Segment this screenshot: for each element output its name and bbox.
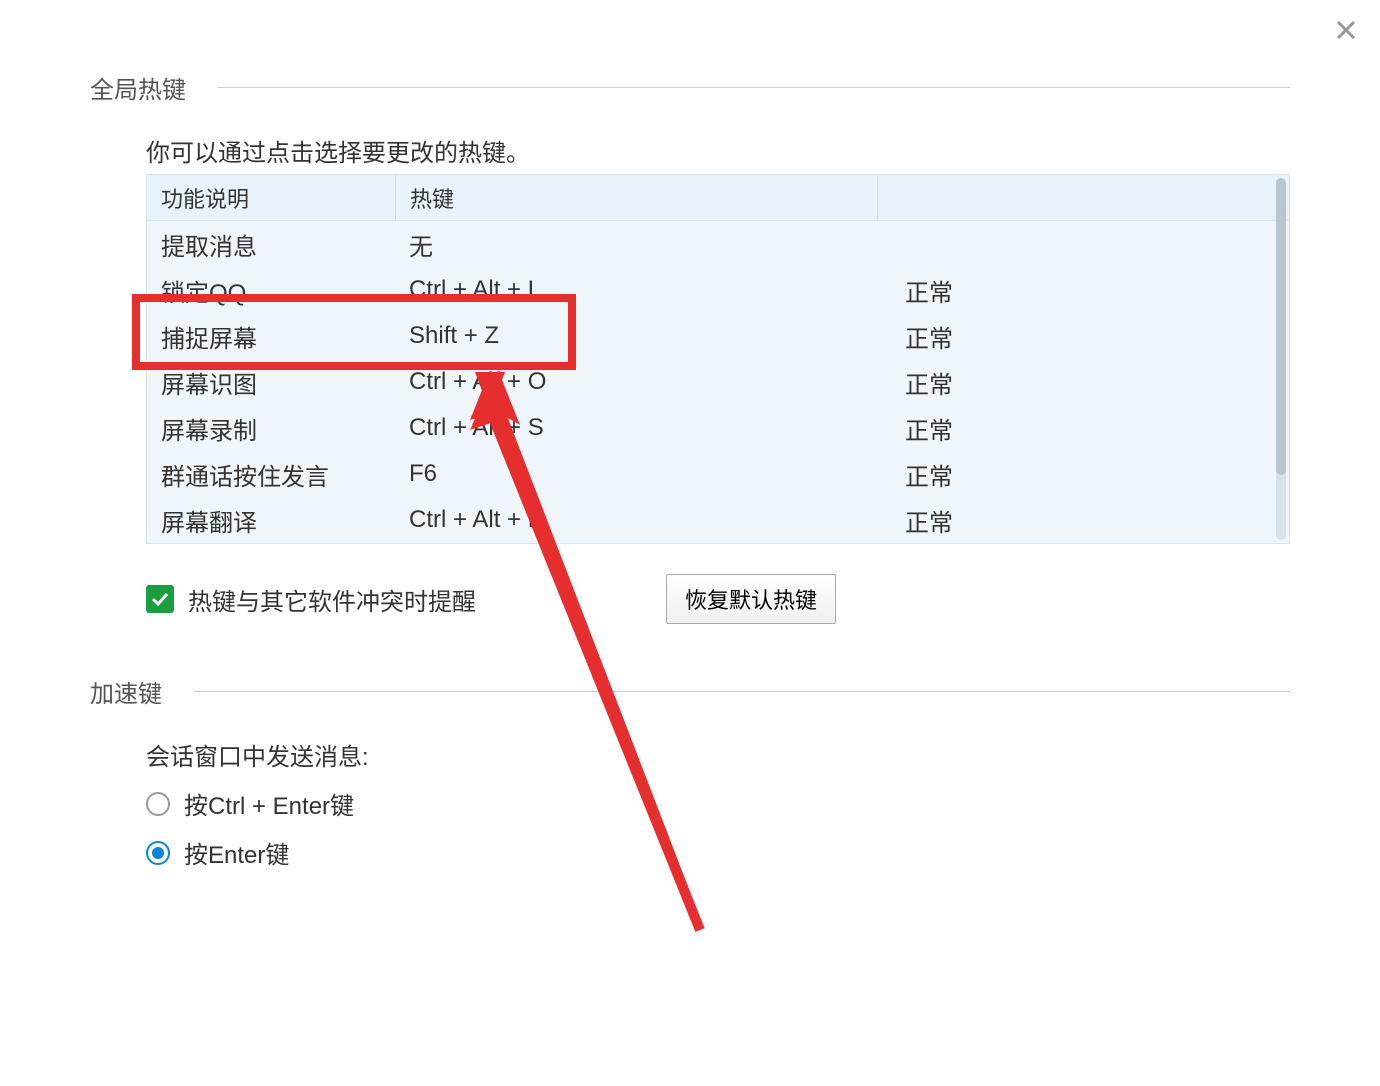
conflict-checkbox[interactable] xyxy=(146,585,174,613)
row-status: 正常 xyxy=(877,411,1289,446)
row-status: 正常 xyxy=(877,503,1289,538)
close-button[interactable] xyxy=(1334,18,1358,42)
row-hotkey: Ctrl + Alt + S xyxy=(395,414,877,442)
scrollbar[interactable] xyxy=(1276,178,1286,540)
hotkey-table-header: 功能说明 热键 xyxy=(147,175,1289,221)
row-status: 正常 xyxy=(877,319,1289,354)
conflict-checkbox-row[interactable]: 热键与其它软件冲突时提醒 xyxy=(146,582,476,617)
table-row[interactable]: 屏幕录制 Ctrl + Alt + S 正常 xyxy=(147,405,1289,451)
section-hotkeys-label: 全局热键 xyxy=(90,70,186,105)
row-hotkey: Ctrl + Alt + O xyxy=(395,368,877,396)
radio-button[interactable] xyxy=(146,792,170,816)
divider xyxy=(194,691,1290,692)
row-hotkey: 无 xyxy=(395,227,877,262)
header-status xyxy=(877,175,1289,220)
radio-button[interactable] xyxy=(146,841,170,865)
table-row[interactable]: 提取消息 无 xyxy=(147,221,1289,267)
radio-label: 按Enter键 xyxy=(184,835,289,870)
row-func: 屏幕翻译 xyxy=(147,503,395,538)
table-row[interactable]: 捕捉屏幕 Shift + Z 正常 xyxy=(147,313,1289,359)
hotkey-intro: 你可以通过点击选择要更改的热键。 xyxy=(146,133,1290,168)
table-row[interactable]: 锁定QQ Ctrl + Alt + L 正常 xyxy=(147,267,1289,313)
row-status: 正常 xyxy=(877,457,1289,492)
send-message-label: 会话窗口中发送消息: xyxy=(146,737,1290,772)
header-func: 功能说明 xyxy=(147,182,395,214)
row-status: 正常 xyxy=(877,273,1289,308)
row-func: 屏幕识图 xyxy=(147,365,395,400)
radio-enter[interactable]: 按Enter键 xyxy=(146,835,1290,870)
radio-ctrl-enter[interactable]: 按Ctrl + Enter键 xyxy=(146,786,1290,821)
scrollbar-thumb[interactable] xyxy=(1276,178,1286,475)
section-hotkeys-title: 全局热键 xyxy=(90,70,1290,105)
row-hotkey: Ctrl + Alt + F xyxy=(395,506,877,534)
row-hotkey: Ctrl + Alt + L xyxy=(395,276,877,304)
row-func: 锁定QQ xyxy=(147,273,395,308)
table-row[interactable]: 群通话按住发言 F6 正常 xyxy=(147,451,1289,497)
header-hotkey: 热键 xyxy=(395,175,877,220)
table-row[interactable]: 屏幕翻译 Ctrl + Alt + F 正常 xyxy=(147,497,1289,543)
restore-defaults-button[interactable]: 恢复默认热键 xyxy=(666,574,836,624)
hotkey-table: 功能说明 热键 提取消息 无 锁定QQ Ctrl + Alt + L 正常 捕捉… xyxy=(146,174,1290,544)
section-accel-label: 加速键 xyxy=(90,674,162,709)
row-func: 屏幕录制 xyxy=(147,411,395,446)
row-func: 提取消息 xyxy=(147,227,395,262)
conflict-checkbox-label: 热键与其它软件冲突时提醒 xyxy=(188,582,476,617)
row-status: 正常 xyxy=(877,365,1289,400)
row-hotkey: F6 xyxy=(395,460,877,488)
section-accel-title: 加速键 xyxy=(90,674,1290,709)
check-icon xyxy=(150,589,170,609)
row-func: 捕捉屏幕 xyxy=(147,319,395,354)
divider xyxy=(218,87,1290,88)
table-row[interactable]: 屏幕识图 Ctrl + Alt + O 正常 xyxy=(147,359,1289,405)
radio-label: 按Ctrl + Enter键 xyxy=(184,786,354,821)
row-hotkey: Shift + Z xyxy=(395,322,877,350)
row-func: 群通话按住发言 xyxy=(147,457,395,492)
close-icon xyxy=(1334,18,1358,42)
